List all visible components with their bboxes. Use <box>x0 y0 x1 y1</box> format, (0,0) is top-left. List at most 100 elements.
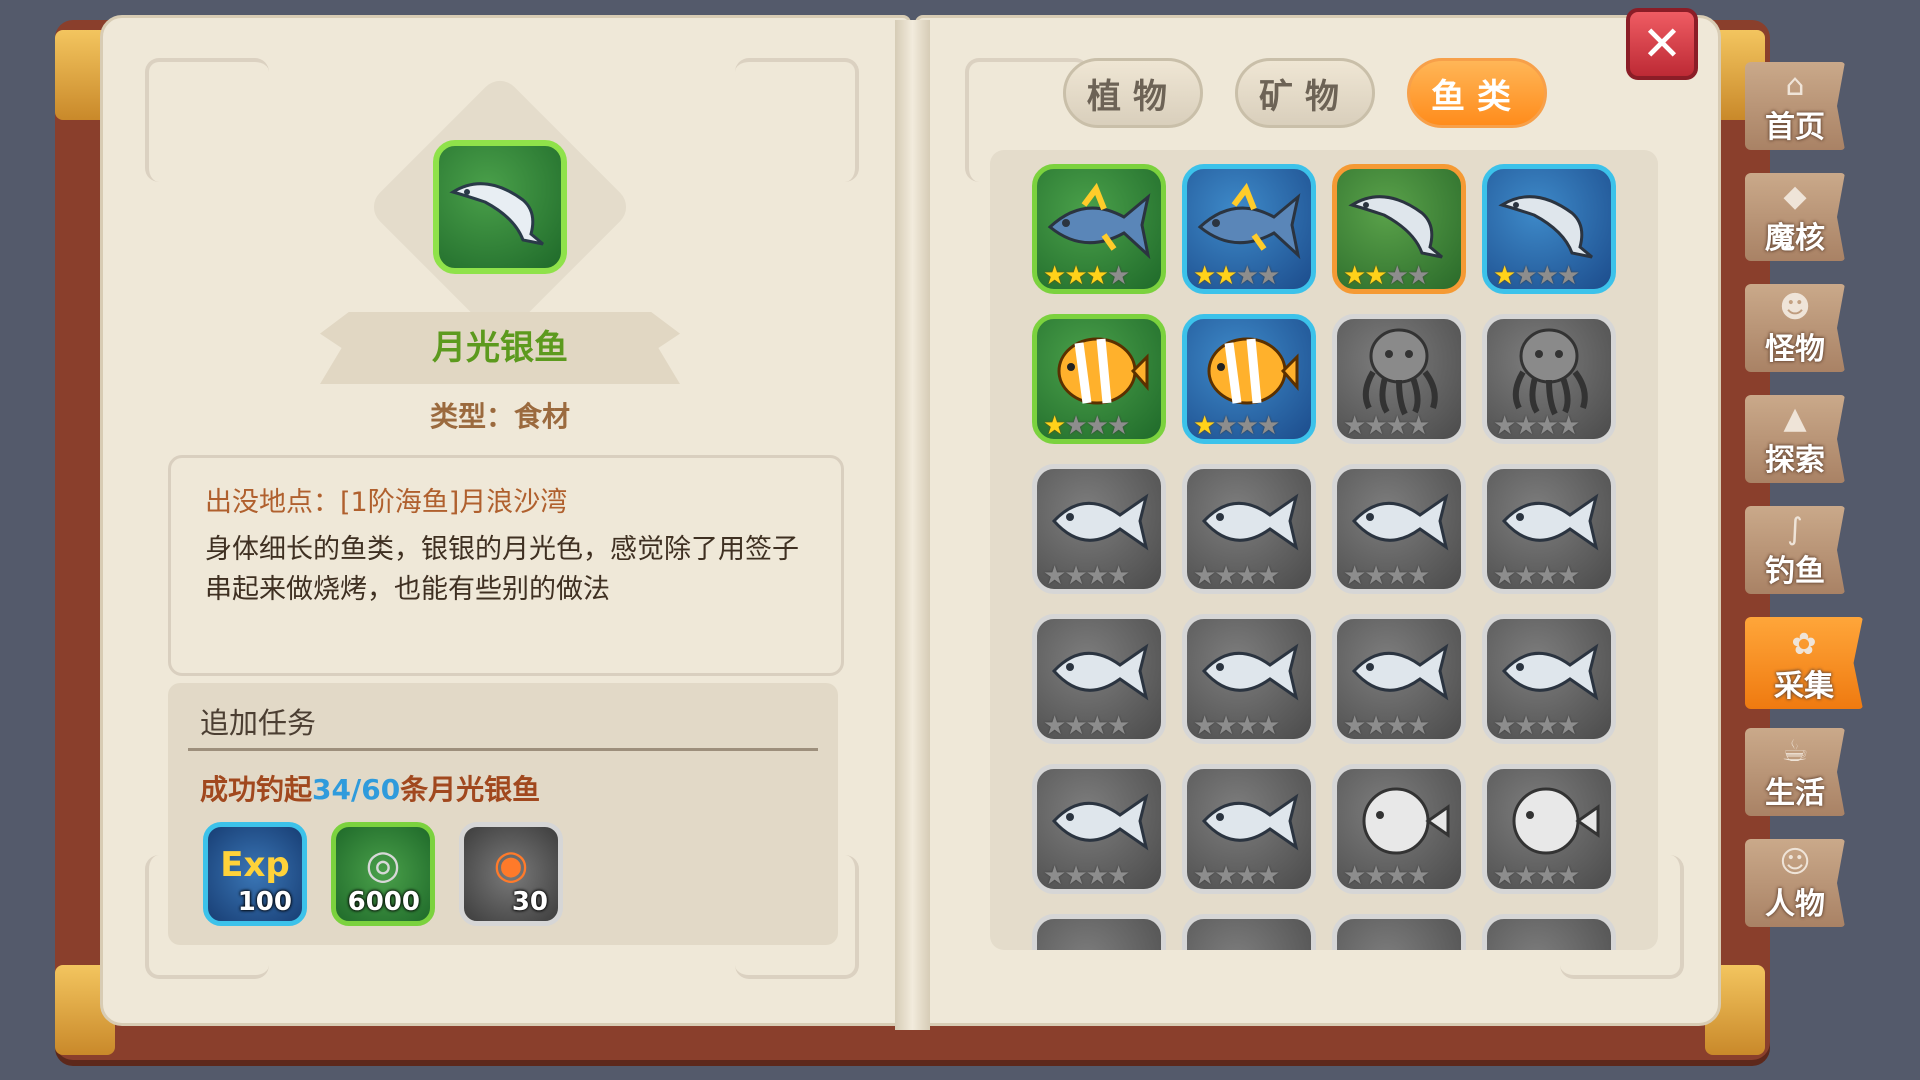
side-tab-label: 钓鱼 <box>1765 554 1825 589</box>
grid-item[interactable]: ★★★★ <box>1332 314 1466 444</box>
star-rating: ★★★★ <box>1493 861 1580 891</box>
grid-item[interactable]: ★★★★ <box>1182 614 1316 744</box>
grid-item[interactable]: ★★★★ <box>1032 314 1166 444</box>
perch-icon <box>1494 475 1604 569</box>
star-icon: ★ <box>1256 561 1280 591</box>
grid-item[interactable]: ★★★★ <box>1332 464 1466 594</box>
perch-icon <box>1344 475 1454 569</box>
star-icon: ★ <box>1493 711 1516 741</box>
grid-item[interactable]: ★★★★ <box>1182 164 1316 294</box>
tab-1[interactable]: 矿物 <box>1235 58 1375 128</box>
star-icon: ★ <box>1214 711 1237 741</box>
star-icon: ★ <box>1343 561 1366 591</box>
reward-quantity: 6000 <box>347 887 420 917</box>
grid-item[interactable]: ★★★★ <box>1182 314 1316 444</box>
octopus-icon <box>1349 322 1449 422</box>
side-tab-7[interactable]: ☺ 人物 <box>1745 839 1845 927</box>
divider <box>188 748 818 751</box>
mackerel-icon <box>1194 775 1304 869</box>
reward-item[interactable]: ◉ 30 <box>459 822 563 926</box>
grid-item[interactable] <box>1032 914 1166 950</box>
star-rating: ★★★★ <box>1193 411 1280 439</box>
side-tab-3[interactable]: ▲ 探索 <box>1745 395 1845 483</box>
pufferfish-icon <box>1494 775 1604 869</box>
star-rating: ★★★★ <box>1343 411 1430 441</box>
side-tab-label: 首页 <box>1765 110 1825 145</box>
side-tab-1[interactable]: ◆ 魔核 <box>1745 173 1845 261</box>
reward-item[interactable]: Exp 100 <box>203 822 307 926</box>
star-rating: ★★★★ <box>1343 861 1430 891</box>
butterflyfish-icon <box>1199 325 1299 419</box>
task-progress: 34/60 <box>312 773 401 806</box>
side-tab-6[interactable]: ☕ 生活 <box>1745 728 1845 816</box>
star-icon: ★ <box>1106 261 1130 291</box>
grid-item[interactable]: ★★★★ <box>1482 464 1616 594</box>
grid-item[interactable]: ★★★★ <box>1182 464 1316 594</box>
star-icon: ★ <box>1343 861 1366 891</box>
tab-0[interactable]: 植物 <box>1063 58 1203 128</box>
star-icon: ★ <box>1535 561 1559 591</box>
grid-item[interactable]: ★★★★ <box>1482 164 1616 294</box>
star-icon: ★ <box>1364 561 1387 591</box>
star-rating: ★★★★ <box>1343 561 1430 591</box>
carp-icon <box>1044 625 1154 719</box>
task-text: 成功钓起34/60条月光银鱼 <box>200 768 540 808</box>
star-icon: ★ <box>1214 261 1237 291</box>
star-icon: ★ <box>1556 711 1580 741</box>
star-rating: ★★★★ <box>1343 261 1430 291</box>
grid-item[interactable]: ★★★★ <box>1032 464 1166 594</box>
grid-item[interactable]: ★★★★ <box>1482 314 1616 444</box>
grid-item[interactable]: ★★★★ <box>1332 764 1466 894</box>
exp-fish-icon: ◉ <box>493 842 529 888</box>
star-rating: ★★★★ <box>1193 561 1280 591</box>
reward-item[interactable]: ◎ 6000 <box>331 822 435 926</box>
grid-item[interactable]: ★★★★ <box>1332 164 1466 294</box>
core-icon: ◆ <box>1783 179 1807 214</box>
grid-item[interactable] <box>1482 914 1616 950</box>
grid-item[interactable]: ★★★★ <box>1482 764 1616 894</box>
side-tab-2[interactable]: ☻ 怪物 <box>1745 284 1845 372</box>
grid-item[interactable]: ★★★★ <box>1032 764 1166 894</box>
close-button[interactable]: ✕ <box>1626 8 1698 80</box>
star-icon: ★ <box>1406 261 1430 291</box>
grid-item[interactable]: ★★★★ <box>1032 164 1166 294</box>
grid-item[interactable] <box>1332 914 1466 950</box>
star-icon: ★ <box>1043 261 1066 291</box>
fishing-icon: ∫ <box>1787 512 1803 547</box>
star-icon: ★ <box>1256 861 1280 891</box>
grid-item[interactable]: ★★★★ <box>1182 764 1316 894</box>
star-icon: ★ <box>1514 561 1537 591</box>
star-icon: ★ <box>1343 711 1366 741</box>
star-icon: ★ <box>1406 711 1430 741</box>
silverfish-icon <box>1494 175 1604 269</box>
bass-icon <box>1344 625 1454 719</box>
star-icon: ★ <box>1556 261 1580 291</box>
star-rating: ★★★★ <box>1193 711 1280 741</box>
star-icon: ★ <box>1385 861 1409 891</box>
tab-2[interactable]: 鱼类 <box>1407 58 1547 128</box>
star-icon: ★ <box>1043 561 1066 591</box>
butterflyfish-icon <box>1049 325 1149 419</box>
side-tab-0[interactable]: ⌂ 首页 <box>1745 62 1845 150</box>
star-rating: ★★★★ <box>1043 711 1130 741</box>
side-tab-label: 探索 <box>1765 443 1825 478</box>
grid-item[interactable]: ★★★★ <box>1332 614 1466 744</box>
star-icon: ★ <box>1235 561 1259 591</box>
task-suffix: 条月光银鱼 <box>400 773 541 806</box>
side-tab-5[interactable]: ✿ 采集 <box>1745 617 1863 709</box>
item-description: 身体细长的鱼类，银银的月光色，感觉除了用签子串起来做烧烤，也能有些别的做法 <box>205 534 799 605</box>
star-icon: ★ <box>1556 861 1580 891</box>
side-tab-4[interactable]: ∫ 钓鱼 <box>1745 506 1845 594</box>
star-rating: ★★★★ <box>1493 411 1580 441</box>
silverfish-icon <box>1344 175 1454 269</box>
star-icon: ★ <box>1514 411 1537 441</box>
grid-item[interactable] <box>1182 914 1316 950</box>
star-icon: ★ <box>1064 411 1087 441</box>
star-icon: ★ <box>1343 411 1366 441</box>
grid-item[interactable]: ★★★★ <box>1032 614 1166 744</box>
carp-icon <box>1194 625 1304 719</box>
star-icon: ★ <box>1535 261 1559 291</box>
star-icon: ★ <box>1085 711 1109 741</box>
grid-item[interactable]: ★★★★ <box>1482 614 1616 744</box>
ornament-corner <box>735 58 859 182</box>
